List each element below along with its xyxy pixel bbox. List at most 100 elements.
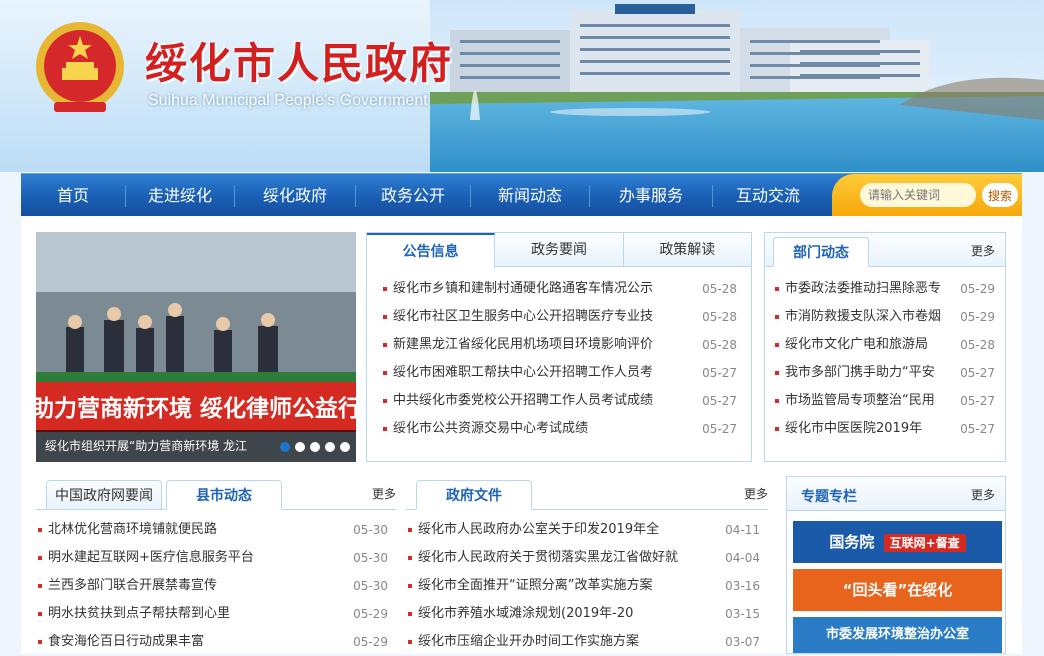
slider-dots: [280, 442, 350, 452]
slider-dot[interactable]: [280, 442, 290, 452]
slider-dot[interactable]: [310, 442, 320, 452]
slider-dot[interactable]: [340, 442, 350, 452]
list-item[interactable]: 中共绥化市委党校公开招聘工作人员考试成绩 05-27: [381, 387, 737, 415]
special-topics-title: 专题专栏: [801, 489, 857, 505]
list-item-title[interactable]: 食安海伦百日行动成果丰富: [36, 628, 204, 656]
list-item-date: 05-27: [960, 422, 995, 436]
main-nav: 首页 走进绥化 绥化政府 政务公开 新闻动态 办事服务 互动交流 搜索: [21, 173, 1022, 217]
list-item-title[interactable]: 绥化市社区卫生服务中心公开招聘医疗专业技: [381, 303, 653, 331]
nav-item-government[interactable]: 绥化政府: [235, 174, 355, 217]
gov-docs-panel: 政府文件 更多 绥化市人民政府办公室关于印发2019年全 04-11 绥化市人民政…: [406, 476, 768, 654]
list-item-title[interactable]: 绥化市养殖水域滩涂规划(2019年-20: [406, 600, 633, 628]
dept-news-more-link[interactable]: 更多: [971, 242, 995, 259]
list-item-title[interactable]: 市消防救援支队深入市卷烟: [773, 303, 941, 331]
nav-item-about[interactable]: 走进绥化: [126, 174, 234, 217]
dept-news-panel: 部门动态 更多 市委政法委推动扫黑除恶专 05-29 市消防救援支队深入市卷烟 05…: [764, 232, 1006, 462]
list-item-title[interactable]: 我市多部门携手助力“平安: [773, 359, 935, 387]
nav-item-home[interactable]: 首页: [21, 174, 125, 217]
list-item-date: 05-30: [353, 551, 388, 565]
list-item-date: 03-07: [725, 635, 760, 649]
list-item-title[interactable]: 绥化市中医医院2019年: [773, 415, 922, 443]
list-item[interactable]: 绥化市养殖水域滩涂规划(2019年-20 03-15: [406, 600, 760, 628]
site-title: 绥化市人民政府: [145, 39, 454, 88]
search-input[interactable]: [860, 183, 976, 207]
list-item-title[interactable]: 明水扶贫扶到点子帮扶帮到心里: [36, 600, 230, 628]
banner-look-back[interactable]: “回头看”在绥化: [793, 569, 1002, 611]
banner-state-council-tag: 互联网+督查: [883, 534, 966, 552]
national-emblem-icon: [34, 20, 126, 116]
list-item-title[interactable]: 绥化市公共资源交易中心考试成绩: [381, 415, 588, 443]
list-item[interactable]: 市委政法委推动扫黑除恶专 05-29: [773, 275, 995, 303]
list-item[interactable]: 绥化市乡镇和建制村通硬化路通客车情况公示 05-28: [381, 275, 737, 303]
county-news-panel: 中国政府网要闻 县市动态 更多 北林优化营商环境铺就便民路 05-30 明水建起互…: [36, 476, 396, 654]
list-item-title[interactable]: 明水建起互联网+医疗信息服务平台: [36, 544, 254, 572]
county-news-header: 中国政府网要闻 县市动态 更多: [36, 476, 396, 510]
list-item[interactable]: 市场监管局专项整治“民用 05-27: [773, 387, 995, 415]
search-area: 搜索: [832, 174, 1022, 217]
list-item[interactable]: 明水建起互联网+医疗信息服务平台 05-30: [36, 544, 388, 572]
nav-item-interaction[interactable]: 互动交流: [713, 174, 823, 217]
list-item-title[interactable]: 新建黑龙江省绥化民用机场项目环境影响评价: [381, 331, 653, 359]
banner-state-council[interactable]: 国务院 互联网+督查: [793, 521, 1002, 563]
list-item[interactable]: 北林优化营商环境铺就便民路 05-30: [36, 516, 388, 544]
tab-county-news[interactable]: 县市动态: [166, 480, 282, 510]
list-item[interactable]: 绥化市人民政府办公室关于印发2019年全 04-11: [406, 516, 760, 544]
county-news-list: 北林优化营商环境铺就便民路 05-30 明水建起互联网+医疗信息服务平台 05-30…: [36, 510, 396, 656]
special-topics-more-link[interactable]: 更多: [971, 486, 995, 503]
list-item[interactable]: 绥化市公共资源交易中心考试成绩 05-27: [381, 415, 737, 443]
list-item[interactable]: 食安海伦百日行动成果丰富 05-29: [36, 628, 388, 656]
list-item-title[interactable]: 绥化市文化广电和旅游局: [773, 331, 928, 359]
list-item-title[interactable]: 绥化市乡镇和建制村通硬化路通客车情况公示: [381, 275, 653, 303]
list-item-date: 05-28: [702, 310, 737, 324]
news-slider[interactable]: 助力营商新环境 绥化律师公益行 绥化市组织开展“助力营商新环境 龙江: [36, 232, 356, 462]
tab-announcements[interactable]: 公告信息: [367, 233, 496, 268]
list-item[interactable]: 市消防救援支队深入市卷烟 05-29: [773, 303, 995, 331]
list-item-title[interactable]: 绥化市人民政府关于贯彻落实黑龙江省做好就: [406, 544, 678, 572]
banner-state-council-text: 国务院: [829, 533, 875, 551]
list-item-date: 05-27: [702, 366, 737, 380]
list-item-title[interactable]: 绥化市压缩企业开办时间工作实施方案: [406, 628, 639, 656]
list-item[interactable]: 绥化市全面推开“证照分离”改革实施方案 03-16: [406, 572, 760, 600]
gov-docs-title[interactable]: 政府文件: [416, 480, 532, 510]
tab-policy-interpretation[interactable]: 政策解读: [624, 233, 751, 266]
banner-environment-office[interactable]: 市委发展环境整治办公室: [793, 617, 1002, 653]
list-item-date: 03-15: [725, 607, 760, 621]
header-scene-image: [430, 0, 1044, 172]
nav-item-gov-affairs[interactable]: 政务公开: [356, 174, 470, 217]
slider-dot[interactable]: [325, 442, 335, 452]
list-item-title[interactable]: 市委政法委推动扫黑除恶专: [773, 275, 941, 303]
list-item-title[interactable]: 绥化市人民政府办公室关于印发2019年全: [406, 516, 659, 544]
nav-item-services[interactable]: 办事服务: [590, 174, 712, 217]
list-item-date: 05-27: [960, 394, 995, 408]
county-news-more-link[interactable]: 更多: [372, 485, 396, 502]
list-item[interactable]: 绥化市压缩企业开办时间工作实施方案 03-07: [406, 628, 760, 656]
nav-item-news[interactable]: 新闻动态: [471, 174, 589, 217]
list-item[interactable]: 明水扶贫扶到点子帮扶帮到心里 05-29: [36, 600, 388, 628]
list-item-date: 05-28: [960, 338, 995, 352]
list-item-date: 05-30: [353, 523, 388, 537]
list-item[interactable]: 新建黑龙江省绥化民用机场项目环境影响评价 05-28: [381, 331, 737, 359]
list-item[interactable]: 兰西多部门联合开展禁毒宣传 05-30: [36, 572, 388, 600]
slider-photo: 助力营商新环境 绥化律师公益行: [36, 232, 356, 462]
dept-news-title[interactable]: 部门动态: [773, 237, 869, 267]
tab-china-gov-news[interactable]: 中国政府网要闻: [46, 480, 162, 510]
list-item[interactable]: 绥化市文化广电和旅游局 05-28: [773, 331, 995, 359]
list-item[interactable]: 绥化市中医医院2019年 05-27: [773, 415, 995, 443]
list-item-title[interactable]: 市场监管局专项整治“民用: [773, 387, 935, 415]
list-item-title[interactable]: 绥化市困难职工帮扶中心公开招聘工作人员考: [381, 359, 653, 387]
list-item-title[interactable]: 绥化市全面推开“证照分离”改革实施方案: [406, 572, 652, 600]
gov-docs-more-link[interactable]: 更多: [744, 485, 768, 502]
list-item[interactable]: 我市多部门携手助力“平安 05-27: [773, 359, 995, 387]
list-item[interactable]: 绥化市困难职工帮扶中心公开招聘工作人员考 05-27: [381, 359, 737, 387]
list-item-date: 05-28: [702, 282, 737, 296]
list-item[interactable]: 绥化市人民政府关于贯彻落实黑龙江省做好就 04-04: [406, 544, 760, 572]
list-item-title[interactable]: 中共绥化市委党校公开招聘工作人员考试成绩: [381, 387, 653, 415]
list-item-date: 04-11: [725, 523, 760, 537]
list-item-title[interactable]: 兰西多部门联合开展禁毒宣传: [36, 572, 217, 600]
tab-gov-news[interactable]: 政务要闻: [495, 233, 624, 266]
slider-dot[interactable]: [295, 442, 305, 452]
list-item[interactable]: 绥化市社区卫生服务中心公开招聘医疗专业技 05-28: [381, 303, 737, 331]
list-item-date: 05-28: [702, 338, 737, 352]
search-button[interactable]: 搜索: [982, 183, 1018, 207]
list-item-title[interactable]: 北林优化营商环境铺就便民路: [36, 516, 217, 544]
